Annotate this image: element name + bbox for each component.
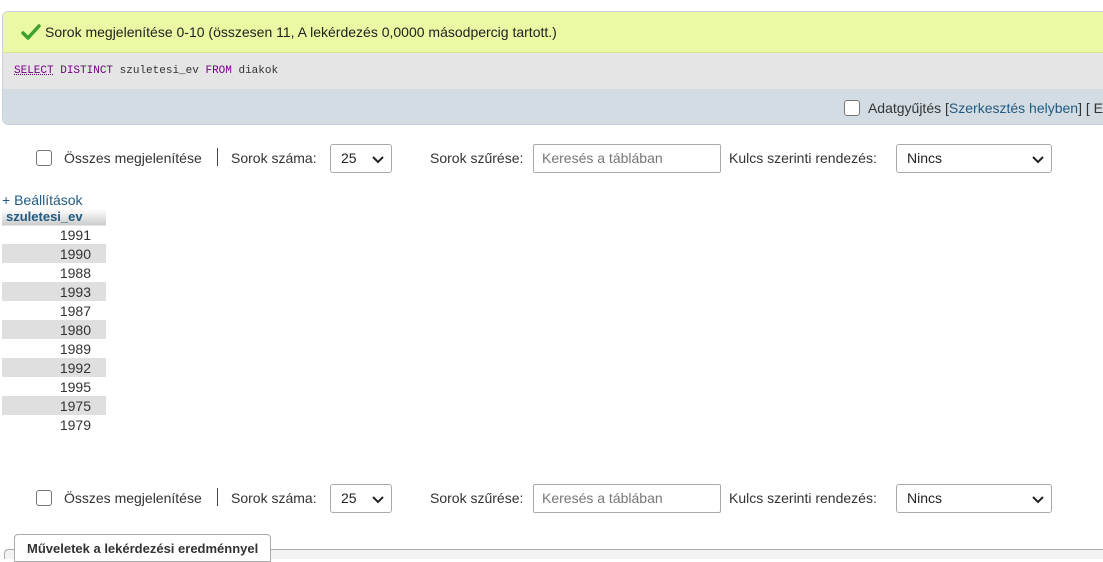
filter-input[interactable] [533,483,721,513]
table-row[interactable]: 1992 [2,358,106,377]
table-navigation-top: Összes megjelenítése Sorok száma: 25 Sor… [0,143,1103,173]
filter-input[interactable] [533,143,721,173]
sort-select[interactable]: Nincs [896,143,1052,173]
table-cell[interactable]: 1979 [2,415,106,434]
table-cell[interactable]: 1990 [2,244,106,263]
table-row[interactable]: 1987 [2,301,106,320]
show-all-control[interactable]: Összes megjelenítése [36,150,202,166]
chevron-down-icon [372,155,384,163]
sort-select[interactable]: Nincs [896,483,1052,513]
row-count-value: 25 [341,490,357,506]
row-count-select[interactable]: 25 [330,483,392,513]
bracket-close: ] [1078,99,1082,116]
table-cell[interactable]: 1975 [2,396,106,415]
divider [217,148,218,166]
divider [217,488,218,506]
success-message: Sorok megjelenítése 0-10 (összesen 11, A… [45,24,557,40]
sql-query: SELECT DISTINCT szuletesi_ev FROM diakok [3,53,1103,89]
table-row[interactable]: 1991 [2,225,106,244]
table-row[interactable]: 1995 [2,377,106,396]
chevron-down-icon [1032,495,1044,503]
show-all-control[interactable]: Összes megjelenítése [36,490,202,506]
table-cell[interactable]: 1989 [2,339,106,358]
edit-inline-link[interactable]: Szerkesztés helyben [949,100,1078,116]
show-all-checkbox[interactable] [36,490,52,506]
table-cell[interactable]: 1987 [2,301,106,320]
table-cell[interactable]: 1991 [2,225,106,244]
table-cell[interactable]: 1992 [2,358,106,377]
sort-label: Kulcs szerinti rendezés: [729,150,877,166]
sql-table: diakok [238,65,279,77]
filter-label: Sorok szűrése: [430,490,524,506]
chevron-down-icon [372,495,384,503]
table-row[interactable]: 1993 [2,282,106,301]
sort-value: Nincs [907,490,943,506]
row-count-value: 25 [341,150,357,166]
table-row[interactable]: 1980 [2,320,106,339]
show-all-label: Összes megjelenítése [64,150,202,166]
profiling-label: Adatgyűjtés [867,99,942,116]
table-cell[interactable]: 1995 [2,377,106,396]
table-row[interactable]: 1975 [2,396,106,415]
table-cell[interactable]: 1980 [2,320,106,339]
row-count-label: Sorok száma: [231,490,317,506]
table-row[interactable]: 1988 [2,263,106,282]
result-table: szuletesi_ev 1991 1990 1988 1993 1987 19… [2,209,106,434]
column-header[interactable]: szuletesi_ev [2,209,106,226]
show-all-label: Összes megjelenítése [64,490,202,506]
sql-keyword-from: FROM [205,65,232,77]
sql-keyword-select[interactable]: SELECT [14,65,54,77]
query-result-box: Sorok megjelenítése 0-10 (összesen 11, A… [2,11,1103,125]
profiling-checkbox[interactable] [843,99,860,116]
table-cell[interactable]: 1988 [2,263,106,282]
operations-legend: Műveletek a lekérdezési eredménnyel [14,534,272,562]
check-icon [21,24,41,40]
sql-column: szuletesi_ev [119,65,199,77]
row-count-label: Sorok száma: [231,150,317,166]
table-navigation-bottom: Összes megjelenítése Sorok száma: 25 Sor… [0,483,1103,513]
edit-link-truncated[interactable]: [ E [1086,100,1103,116]
show-all-checkbox[interactable] [36,150,52,166]
table-cell[interactable]: 1993 [2,282,106,301]
success-message-bar: Sorok megjelenítése 0-10 (összesen 11, A… [3,12,1103,53]
filter-label: Sorok szűrése: [430,150,524,166]
row-count-select[interactable]: 25 [330,143,392,173]
options-link[interactable]: + Beállítások [2,192,83,208]
table-row[interactable]: 1979 [2,415,106,434]
sql-keyword-distinct: DISTINCT [60,65,114,77]
sort-value: Nincs [907,150,943,166]
table-row[interactable]: 1989 [2,339,106,358]
sort-label: Kulcs szerinti rendezés: [729,490,877,506]
chevron-down-icon [1032,155,1044,163]
table-row[interactable]: 1990 [2,244,106,263]
query-tools-bar: Adatgyűjtés [Szerkesztés helyben] [ E [3,89,1103,124]
